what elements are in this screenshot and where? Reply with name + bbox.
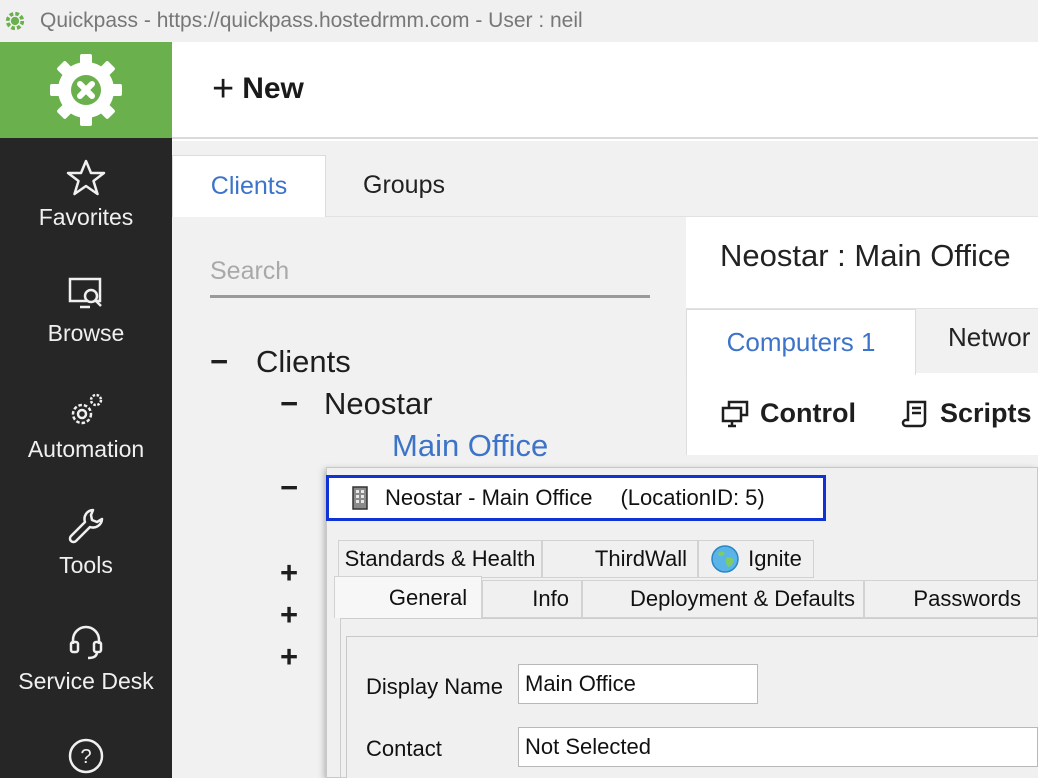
sidebar-item-tools[interactable]: Tools: [0, 506, 172, 579]
star-icon: [66, 159, 106, 196]
wrench-icon: [68, 508, 104, 544]
scripts-button[interactable]: Scripts: [900, 398, 1032, 429]
sidebar-item-automation[interactable]: Automation: [0, 390, 172, 463]
location-id: (LocationID: 5): [620, 485, 765, 510]
dialog-title-bar[interactable]: Neostar - Main Office (LocationID: 5): [326, 475, 826, 521]
tab-ignite[interactable]: Ignite: [698, 540, 814, 578]
sidebar-item-label: Browse: [47, 320, 125, 346]
app-logo[interactable]: [0, 42, 172, 138]
tab-computers[interactable]: Computers 1: [686, 309, 916, 375]
tab-clients[interactable]: Clients: [172, 155, 326, 217]
sidebar-item-label: Service Desk: [18, 668, 154, 694]
scripts-button-label: Scripts: [940, 398, 1032, 428]
sidebar-item-label: Favorites: [38, 204, 134, 230]
collapse-toggle[interactable]: −: [210, 344, 228, 380]
detail-separator: [686, 455, 1038, 467]
sidebar: Favorites Browse Automation Tools Servic…: [0, 138, 172, 778]
tab-groups[interactable]: Groups: [326, 155, 482, 215]
new-button-label: New: [242, 72, 304, 105]
window-title-bar: Quickpass - https://quickpass.hostedrmm.…: [0, 0, 1038, 42]
tab-info[interactable]: Info: [482, 580, 582, 618]
globe-icon: [711, 545, 739, 573]
tab-general-label: General: [388, 584, 468, 610]
plus-icon: +: [212, 68, 235, 110]
detail-title: Neostar : Main Office: [720, 238, 1011, 273]
search-input[interactable]: [210, 248, 650, 298]
sidebar-item-browse[interactable]: Browse: [0, 274, 172, 347]
collapse-toggle[interactable]: −: [280, 470, 298, 506]
control-button-label: Control: [760, 398, 856, 428]
expand-toggle[interactable]: +: [280, 597, 298, 633]
display-name-label: Display Name: [366, 674, 503, 699]
help-icon: ?: [68, 738, 104, 774]
script-scroll-icon: [901, 400, 927, 427]
tab-deployment-defaults[interactable]: Deployment & Defaults: [582, 580, 864, 618]
contact-select[interactable]: Not Selected: [518, 727, 1038, 767]
remote-control-icon: [721, 400, 749, 427]
gears-icon: [71, 393, 103, 425]
svg-text:?: ?: [80, 746, 91, 768]
new-button[interactable]: + New: [212, 70, 304, 108]
control-button[interactable]: Control: [720, 398, 856, 429]
tab-thirdwall[interactable]: ThirdWall: [542, 540, 698, 578]
tab-passwords[interactable]: Passwords: [864, 580, 1038, 618]
browse-icon: [68, 277, 102, 309]
app-gear-icon: [5, 11, 25, 31]
sidebar-item-help[interactable]: ?: [0, 736, 172, 776]
sidebar-item-service-desk[interactable]: Service Desk: [0, 622, 172, 695]
sidebar-item-favorites[interactable]: Favorites: [0, 158, 172, 231]
headset-icon: [69, 625, 103, 660]
display-name-field[interactable]: [518, 664, 758, 704]
contact-value: Not Selected: [525, 734, 651, 759]
logo-gear-icon: [50, 54, 122, 126]
tree-node-clients[interactable]: Clients: [256, 344, 351, 380]
window-title: Quickpass - https://quickpass.hostedrmm.…: [40, 9, 583, 32]
sidebar-item-label: Tools: [59, 552, 113, 578]
tree-node-main-office[interactable]: Main Office: [392, 428, 548, 464]
dialog-title: Neostar - Main Office: [385, 485, 593, 510]
expand-toggle[interactable]: +: [280, 555, 298, 591]
tab-ignite-label: Ignite: [748, 546, 802, 571]
tab-network[interactable]: Networ: [948, 322, 1030, 353]
collapse-toggle[interactable]: −: [280, 386, 298, 422]
tab-standards-health[interactable]: Standards & Health: [338, 540, 542, 578]
tab-general[interactable]: General: [334, 576, 482, 618]
tree-node-neostar[interactable]: Neostar: [324, 386, 433, 422]
expand-toggle[interactable]: +: [280, 639, 298, 675]
contact-label: Contact: [366, 736, 442, 761]
sidebar-item-label: Automation: [27, 436, 145, 462]
building-icon: [352, 486, 368, 510]
